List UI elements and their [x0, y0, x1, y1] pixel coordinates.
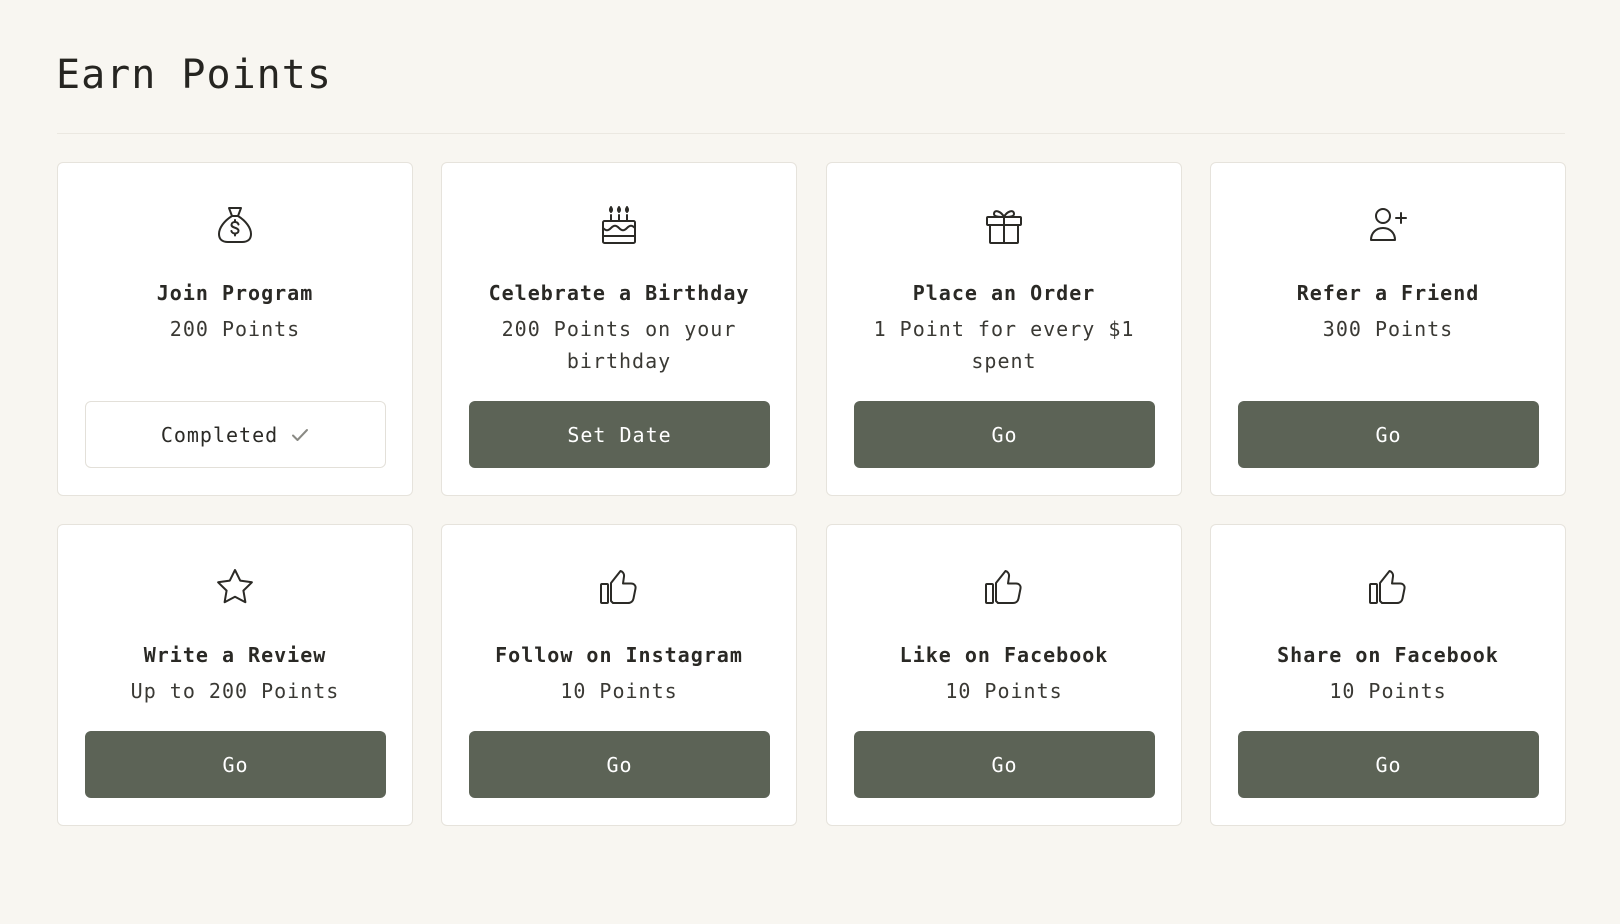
page-title: Earn Points — [56, 52, 332, 98]
thumbs-up-icon — [597, 565, 641, 609]
completed-button[interactable]: Completed — [85, 401, 386, 468]
add-user-icon — [1366, 203, 1410, 247]
card-title: Write a Review — [143, 643, 327, 667]
checkmark-icon — [290, 425, 310, 445]
card-title: Place an Order — [912, 281, 1096, 305]
button-label: Completed — [160, 422, 279, 447]
go-button[interactable]: Go — [854, 401, 1155, 468]
card-points: Up to 200 Points — [130, 679, 340, 703]
gift-icon — [982, 203, 1026, 247]
go-button[interactable]: Go — [469, 731, 770, 798]
card-points: 10 Points — [560, 679, 678, 703]
card-points: 300 Points — [1322, 317, 1454, 341]
card-title: Celebrate a Birthday — [488, 281, 750, 305]
card-refer-friend: Refer a Friend 300 Points Go — [1210, 162, 1566, 496]
star-icon — [213, 565, 257, 609]
card-points: 200 Points on your birthday — [501, 317, 737, 373]
card-like-facebook: Like on Facebook 10 Points Go — [826, 524, 1182, 826]
card-celebrate-birthday: Celebrate a Birthday 200 Points on your … — [441, 162, 797, 496]
card-share-facebook: Share on Facebook 10 Points Go — [1210, 524, 1566, 826]
card-points: 1 Point for every $1 spent — [873, 317, 1135, 373]
card-join-program: Join Program 200 Points Completed — [57, 162, 413, 496]
card-title: Refer a Friend — [1296, 281, 1480, 305]
card-write-review: Write a Review Up to 200 Points Go — [57, 524, 413, 826]
go-button[interactable]: Go — [85, 731, 386, 798]
card-points: 10 Points — [945, 679, 1063, 703]
card-title: Follow on Instagram — [495, 643, 743, 667]
thumbs-up-icon — [1366, 565, 1410, 609]
money-bag-icon — [213, 203, 257, 247]
card-title: Share on Facebook — [1277, 643, 1499, 667]
card-points: 200 Points — [169, 317, 301, 341]
go-button[interactable]: Go — [1238, 401, 1539, 468]
thumbs-up-icon — [982, 565, 1026, 609]
card-points: 10 Points — [1329, 679, 1447, 703]
birthday-cake-icon — [597, 203, 641, 247]
title-divider — [57, 133, 1565, 134]
earn-points-page: Earn Points Join Program 200 Points Comp… — [0, 0, 1620, 924]
card-follow-instagram: Follow on Instagram 10 Points Go — [441, 524, 797, 826]
go-button[interactable]: Go — [1238, 731, 1539, 798]
card-title: Like on Facebook — [899, 643, 1109, 667]
set-date-button[interactable]: Set Date — [469, 401, 770, 468]
go-button[interactable]: Go — [854, 731, 1155, 798]
card-place-order: Place an Order 1 Point for every $1 spen… — [826, 162, 1182, 496]
card-title: Join Program — [156, 281, 314, 305]
